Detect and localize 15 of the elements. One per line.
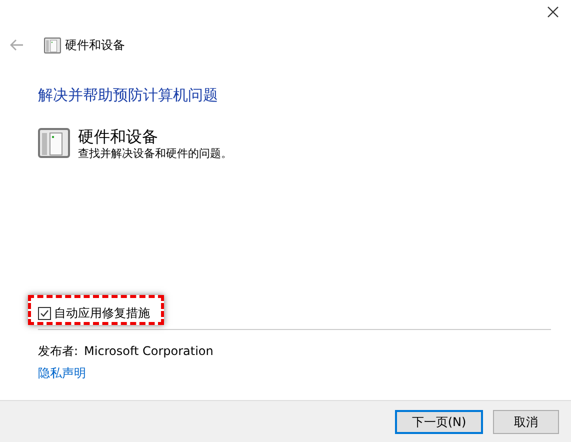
device-icon [44, 36, 61, 54]
publisher-label: 发布者: [38, 343, 78, 360]
hardware-icon [38, 126, 70, 158]
troubleshooter-description: 查找并解决设备和硬件的问题。 [78, 146, 232, 160]
troubleshooter-name: 硬件和设备 [78, 126, 159, 146]
privacy-link[interactable]: 隐私声明 [38, 364, 86, 382]
checkbox-label[interactable]: 自动应用修复措施 [54, 304, 150, 322]
publisher-value: Microsoft Corporation [84, 343, 214, 360]
window-title: 硬件和设备 [65, 37, 125, 54]
checkmark-icon [40, 308, 49, 318]
next-button[interactable]: 下一页(N) [395, 410, 483, 434]
close-icon[interactable] [547, 6, 559, 18]
cancel-button[interactable]: 取消 [493, 410, 559, 434]
heading: 解决并帮助预防计算机问题 [38, 85, 219, 106]
checkbox[interactable] [38, 306, 51, 320]
